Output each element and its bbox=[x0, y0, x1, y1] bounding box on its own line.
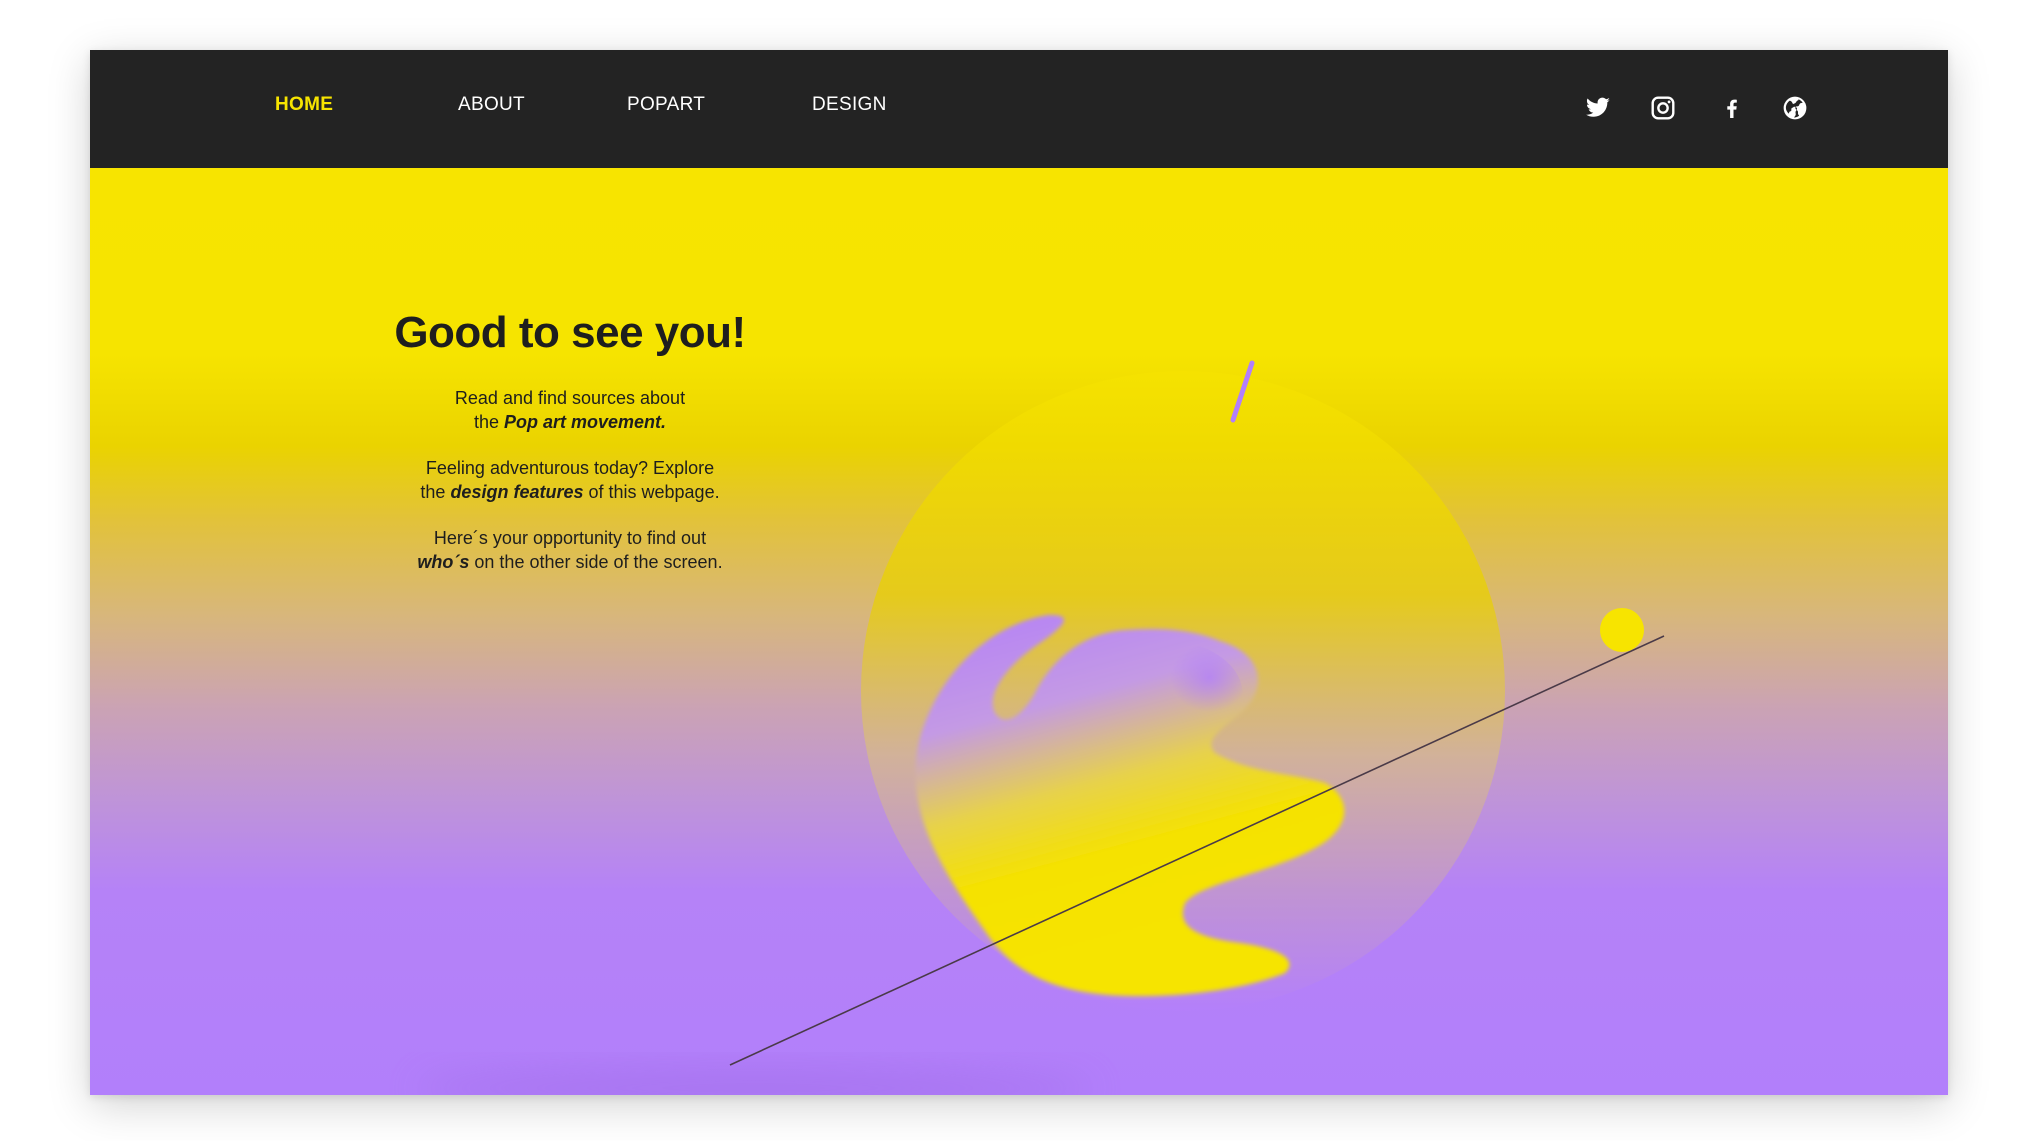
yellow-dot-shape bbox=[1600, 608, 1644, 652]
hero-text-block: Good to see you! Read and find sources a… bbox=[360, 308, 780, 596]
hero-p2-line1: Feeling adventurous today? Explore bbox=[425, 458, 715, 478]
nav-about-link[interactable]: ABOUT bbox=[458, 94, 525, 116]
hero-p3-line1: Here´s your opportunity to find out bbox=[433, 528, 707, 548]
ground-shadow bbox=[415, 1070, 1095, 1095]
nav-design-link[interactable]: DESIGN bbox=[812, 94, 887, 116]
hero-p2-line2-post: of this webpage. bbox=[583, 482, 720, 502]
globe-icon[interactable] bbox=[1782, 95, 1812, 125]
hero-p2-line2-pre: the bbox=[420, 482, 451, 502]
whos-link[interactable]: who´s bbox=[417, 552, 469, 572]
twitter-icon[interactable] bbox=[1584, 95, 1614, 125]
hero-paragraph-2: Feeling adventurous today? Explore the d… bbox=[360, 456, 780, 504]
design-features-link[interactable]: design features bbox=[450, 482, 583, 502]
hero-paragraph-1: Read and find sources about the Pop art … bbox=[360, 386, 780, 434]
pop-art-movement-link[interactable]: Pop art movement. bbox=[504, 412, 666, 432]
hero-p1-line1: Read and find sources about bbox=[454, 388, 686, 408]
facebook-icon[interactable] bbox=[1720, 95, 1750, 125]
top-navbar: HOME ABOUT POPART DESIGN bbox=[90, 50, 1948, 168]
hero-section: Good to see you! Read and find sources a… bbox=[90, 168, 1948, 1095]
nav-home-link[interactable]: HOME bbox=[275, 94, 333, 116]
instagram-icon[interactable] bbox=[1650, 95, 1680, 125]
browser-frame: HOME ABOUT POPART DESIGN Good to see you… bbox=[90, 50, 1948, 1095]
hero-paragraph-3: Here´s your opportunity to find out who´… bbox=[360, 526, 780, 574]
hero-p3-line2-post: on the other side of the screen. bbox=[469, 552, 723, 572]
hero-p1-line2-pre: the bbox=[473, 412, 504, 432]
nav-popart-link[interactable]: POPART bbox=[627, 94, 705, 116]
hero-title: Good to see you! bbox=[394, 308, 746, 357]
